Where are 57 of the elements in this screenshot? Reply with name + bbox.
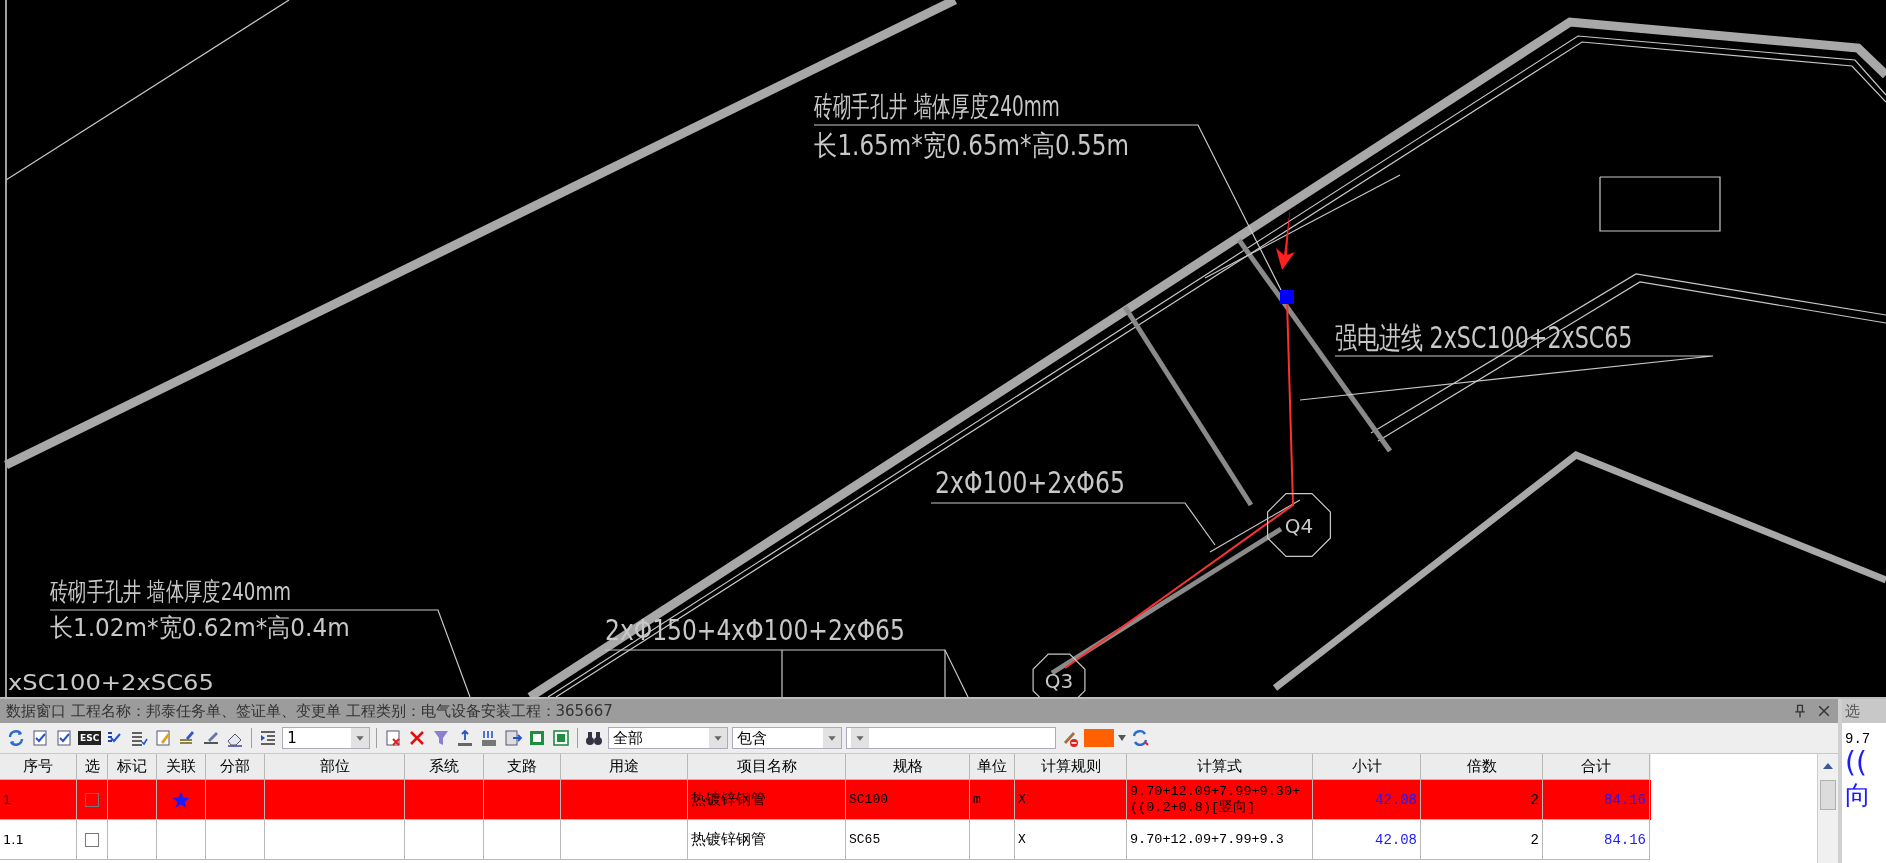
- dropdown[interactable]: 1: [282, 727, 371, 749]
- caret-icon[interactable]: [851, 728, 870, 748]
- table-cell: 9.70+12.09+7.99+9.3: [1130, 831, 1284, 848]
- caret-icon[interactable]: [1118, 735, 1127, 741]
- export-icon[interactable]: [503, 728, 524, 748]
- table-cell-text: 9.70+12.09+7.99+9.30+((0.2+0.8)[竖向]: [1130, 783, 1302, 816]
- table-row[interactable]: 1 热镀锌钢管 SC100 m X 9.70+12.09+7.99+9.30+((0.2+0.8)[竖向] 42.08 2 84.16: [0, 780, 1651, 820]
- annotation-text: xSC100+2xSC65: [8, 670, 214, 695]
- panel-text: ((: [1844, 747, 1868, 779]
- table-row[interactable]: 1.1 热镀锌钢管 SC65 X 9.70+12.09+7.99+9.3 42.08 2 84.16: [0, 820, 1651, 860]
- table-cell: SC100: [849, 792, 888, 807]
- node-label: Q3: [1044, 669, 1074, 693]
- table-cell: 1: [3, 792, 12, 807]
- checkbox-icon[interactable]: [54, 728, 74, 748]
- annotation-text: 长1.02m*宽0.62m*高0.4m: [50, 613, 350, 643]
- color-swatch[interactable]: [1084, 729, 1115, 747]
- annotation-text: 长1.65m*宽0.65m*高0.55m: [814, 128, 1129, 162]
- node-label: Q4: [1284, 514, 1314, 538]
- scrollbar[interactable]: [1817, 754, 1838, 863]
- esc-key-icon[interactable]: ESC: [78, 731, 102, 745]
- document-check-icon[interactable]: [30, 728, 50, 748]
- node-octagon: [1267, 493, 1331, 557]
- dropdown[interactable]: 全部: [608, 727, 729, 749]
- dropdown[interactable]: [846, 727, 1057, 749]
- table-cell: 42.08: [1375, 791, 1417, 808]
- table-cell: SC65: [849, 832, 881, 847]
- table-cell: m: [973, 792, 981, 807]
- annotation-text: 砖砌手孔井 墙体厚度240mm: [50, 577, 291, 606]
- caret-icon[interactable]: [351, 728, 370, 748]
- panel-text: 9.7: [1844, 731, 1872, 747]
- annotation-text: 砖砌手孔井 墙体厚度240mm: [814, 90, 1060, 124]
- table-cell: 84.16: [1604, 791, 1646, 808]
- spreadsheet-icon[interactable]: [551, 728, 572, 748]
- panel-title: 选: [1842, 699, 1886, 723]
- table-cell: 热镀锌钢管: [691, 790, 766, 809]
- table-cell: 2: [1530, 791, 1539, 808]
- pin-icon[interactable]: [1792, 703, 1808, 719]
- checkbox[interactable]: [85, 792, 99, 807]
- refresh-icon[interactable]: [6, 728, 26, 748]
- panel-text: 向: [1844, 779, 1872, 811]
- table-cell: 84.16: [1604, 831, 1646, 848]
- swap-icon[interactable]: [1130, 728, 1151, 748]
- annotation-text: 2xΦ100+2xΦ65: [935, 465, 1125, 500]
- dropdown[interactable]: 包含: [732, 727, 843, 749]
- panel-title: 数据窗口 工程名称：邦泰任务单、签证单、变更单 工程类别：电气设备安装工程：365667: [6, 701, 614, 721]
- selection-grip[interactable]: [1280, 290, 1294, 304]
- caret-icon[interactable]: [709, 728, 728, 748]
- table-cell: 2: [1530, 831, 1539, 848]
- close-icon[interactable]: [1816, 703, 1832, 719]
- scrollbar-thumb[interactable]: [1820, 780, 1836, 810]
- checkbox[interactable]: [85, 832, 99, 847]
- table-cell: X: [1018, 832, 1026, 847]
- table-cell: 42.08: [1375, 831, 1417, 848]
- table-cell: 1.1: [3, 832, 24, 847]
- table-cell: 热镀锌钢管: [691, 830, 766, 849]
- table-cell: X: [1018, 792, 1026, 807]
- caret-icon[interactable]: [823, 728, 842, 748]
